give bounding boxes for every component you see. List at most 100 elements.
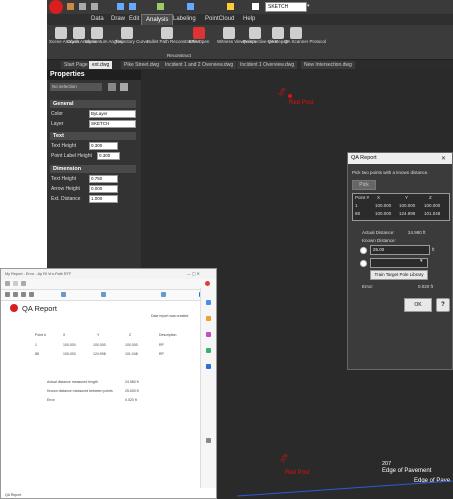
perspective-view-button[interactable]: Perspective View: [243, 27, 278, 57]
report-row1-x: 100.000: [63, 343, 76, 347]
ext-distance-label: Ext. Distance: [51, 196, 81, 202]
chevron-down-icon[interactable]: ▾: [307, 3, 310, 9]
bag-icon[interactable]: [206, 316, 211, 321]
search-icon[interactable]: [206, 300, 211, 305]
pan-icon[interactable]: [129, 3, 136, 10]
tab-labeling[interactable]: Labeling: [169, 14, 200, 25]
selection-dropdown[interactable]: No selection: [50, 83, 102, 91]
report-row1-desc: RP: [159, 343, 164, 347]
witness-icon: [223, 27, 235, 39]
point-name-bottom-white[interactable]: Edge of Pavement: [382, 468, 431, 474]
tab-incident-1-2[interactable]: Incident 1 and 2 Overview.dwg: [162, 61, 237, 69]
point-label-height-input[interactable]: 0.300: [97, 152, 120, 160]
point-marker-top[interactable]: [288, 94, 292, 98]
color-swatch-icon[interactable]: [252, 3, 259, 10]
chevron-down-icon[interactable]: ▾: [420, 258, 423, 264]
error-value: 0.020 ft: [418, 284, 434, 289]
arrow-height-input[interactable]: 0.000: [89, 185, 118, 193]
layer-select[interactable]: SKETCH: [89, 120, 136, 128]
tab-pointcloud[interactable]: PointCloud: [201, 14, 238, 25]
zoom-in-icon[interactable]: [29, 292, 34, 297]
qa-scanner-button[interactable]: QA Scanner Protocol: [284, 27, 326, 57]
forward-icon[interactable]: [13, 281, 18, 286]
redo-icon[interactable]: [91, 3, 98, 10]
tab-ext-dwg[interactable]: ext.dwg: [89, 61, 113, 69]
train-target-pole-button[interactable]: Train Target Pole Library: [370, 270, 428, 280]
momentum-angles-button[interactable]: Momentum Angles: [85, 27, 122, 57]
color-label: Color: [51, 111, 63, 117]
account-icon[interactable]: [205, 281, 210, 286]
tools-icon[interactable]: [206, 332, 211, 337]
refresh-icon[interactable]: [21, 281, 26, 286]
qa-instruction: Pick two points with a known distance.: [352, 170, 429, 175]
save-icon[interactable]: [13, 292, 18, 297]
point-number-bottom-red[interactable]: 208: [280, 453, 290, 464]
point-name-bottom-red[interactable]: Red Post: [285, 470, 310, 476]
bpa-icon: [193, 27, 205, 39]
layer-select[interactable]: SKETCH: [265, 2, 307, 12]
trajectory-curve-button[interactable]: Trajectory Curve: [115, 27, 148, 57]
add-icon[interactable]: [206, 438, 211, 443]
point-label-height-label: Point Label Height: [51, 153, 92, 159]
row1-x: 100.000: [375, 203, 392, 208]
filter-icon[interactable]: [120, 83, 128, 91]
bullet-icon: [161, 27, 173, 39]
text-height-input[interactable]: 0.300: [89, 142, 118, 150]
undo-icon[interactable]: [79, 3, 86, 10]
qa-report-icon: [272, 27, 284, 39]
tab-data[interactable]: Data: [87, 14, 108, 25]
tab-start-page[interactable]: Start Page: [61, 61, 91, 69]
report-row1-y: 100.000: [93, 343, 106, 347]
report-subtitle: Date report was created: [151, 314, 189, 318]
tab-pike-street[interactable]: Pike Street.dwg: [121, 61, 163, 69]
layer-icon[interactable]: [227, 3, 234, 10]
save-icon[interactable]: [67, 3, 74, 10]
point-name-top[interactable]: Red Post: [289, 100, 314, 106]
section-dimension[interactable]: Dimension: [50, 165, 136, 173]
perspective-label: Perspective View: [243, 39, 278, 44]
ok-button[interactable]: OK: [404, 298, 432, 312]
row2-z: 101.048: [424, 211, 441, 216]
help-icon[interactable]: ?: [436, 298, 450, 312]
section-text[interactable]: Text: [50, 132, 136, 140]
select-icon[interactable]: [108, 83, 116, 91]
known-distance-input[interactable]: 25.00: [370, 245, 430, 255]
points-table: Point # X Y Z 1 100.000 100.000 100.000 …: [352, 193, 450, 221]
outlook-icon[interactable]: [206, 364, 211, 369]
radio-target-pole[interactable]: [360, 260, 367, 267]
page-icon[interactable]: [61, 292, 66, 297]
browser-tab-title[interactable]: My Report - Error - Ap Rt Vrn-Path RTF: [5, 272, 71, 276]
share-icon[interactable]: [161, 292, 166, 297]
ext-distance-input[interactable]: 1.000: [89, 195, 118, 203]
tab-help[interactable]: Help: [239, 14, 259, 25]
dim-text-height-input[interactable]: 0.750: [89, 175, 118, 183]
draw-icon[interactable]: [101, 292, 106, 297]
zoom-icon[interactable]: [117, 3, 124, 10]
pick-button[interactable]: Pick: [352, 180, 376, 190]
section-general[interactable]: General: [50, 100, 136, 108]
window-controls[interactable]: — ▢ ✕: [187, 271, 200, 276]
report-row2-id: 88: [35, 352, 39, 356]
quick-access-toolbar[interactable]: SKETCH ▾: [67, 2, 317, 12]
radio-known-distance[interactable]: [360, 247, 367, 254]
witness-viewpoints-button[interactable]: Witness Viewpoints: [217, 27, 256, 57]
tab-new-intersection[interactable]: New Intersection.dwg: [301, 61, 355, 69]
grid-icon[interactable]: [187, 3, 194, 10]
properties-title: Properties: [47, 70, 141, 80]
games-icon[interactable]: [206, 348, 211, 353]
print-icon[interactable]: [5, 292, 10, 297]
snap-icon[interactable]: [157, 3, 164, 10]
back-icon[interactable]: [5, 281, 10, 286]
row1-z: 100.000: [424, 203, 441, 208]
properties-panel: Properties No selection General Color By…: [47, 70, 141, 270]
known-distance-label: Known Distance:: [362, 238, 396, 243]
zoom-out-icon[interactable]: [21, 292, 26, 297]
report-row1-z: 100.000: [125, 343, 138, 347]
momentum-icon: [91, 27, 103, 39]
close-icon[interactable]: ✕: [441, 155, 446, 162]
color-select[interactable]: ByLayer: [89, 110, 136, 118]
point-number-bottom-white[interactable]: 207: [382, 461, 391, 467]
point-number-top[interactable]: 208: [278, 87, 288, 98]
tab-incident-1[interactable]: Incident 1 Overview.dwg: [237, 61, 298, 69]
report-row2-z: 101.048: [125, 352, 138, 356]
